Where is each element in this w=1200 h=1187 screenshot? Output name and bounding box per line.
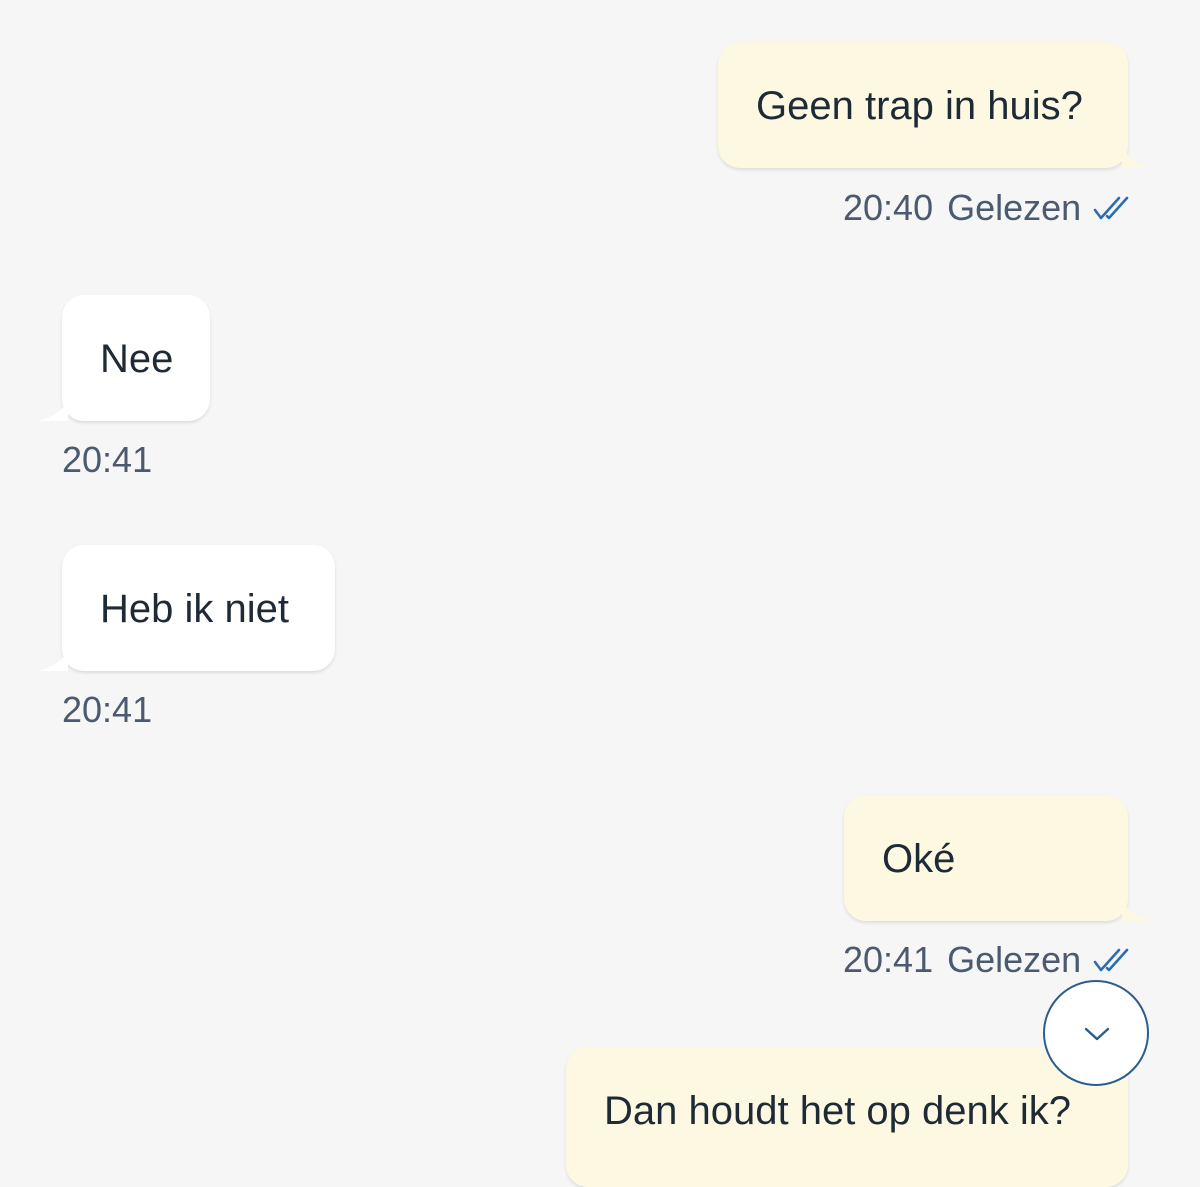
message-text: Heb ik niet (100, 587, 289, 631)
message-meta: 20:40 Gelezen (843, 188, 1129, 228)
message-time: 20:41 (62, 439, 153, 480)
message-text: Nee (100, 337, 174, 381)
message-bubble-outgoing[interactable]: Oké (844, 795, 1152, 921)
double-check-icon (1091, 192, 1129, 222)
message-text: Dan houdt het op denk ik? (604, 1089, 1072, 1133)
message-meta: 20:41 (62, 690, 166, 730)
message-text: Oké (882, 837, 956, 881)
message-bubble-outgoing[interactable]: Geen trap in huis? (718, 42, 1152, 168)
message-time: 20:41 (62, 689, 153, 730)
scroll-to-bottom-button[interactable] (1043, 980, 1149, 1086)
bubble-tail (38, 649, 68, 671)
message-text: Geen trap in huis? (756, 84, 1083, 128)
chat-conversation: Geen trap in huis? 20:40 Gelezen Nee 20:4… (0, 0, 1200, 1187)
message-time: 20:41 (843, 939, 934, 980)
double-check-icon (1091, 944, 1129, 974)
read-status: Gelezen (947, 187, 1082, 228)
message-meta: 20:41 Gelezen (843, 940, 1129, 980)
bubble-tail (1122, 899, 1152, 921)
message-bubble-incoming[interactable]: Heb ik niet (38, 545, 335, 671)
message-time: 20:40 (843, 187, 934, 228)
chevron-down-icon (1084, 1027, 1110, 1041)
message-bubble-incoming[interactable]: Nee (38, 295, 210, 421)
bubble-tail (1122, 146, 1152, 168)
message-bubble-outgoing[interactable]: Dan houdt het op denk ik? (566, 1047, 1128, 1187)
message-meta: 20:41 (62, 440, 166, 480)
read-status: Gelezen (947, 939, 1082, 980)
bubble-tail (38, 399, 68, 421)
